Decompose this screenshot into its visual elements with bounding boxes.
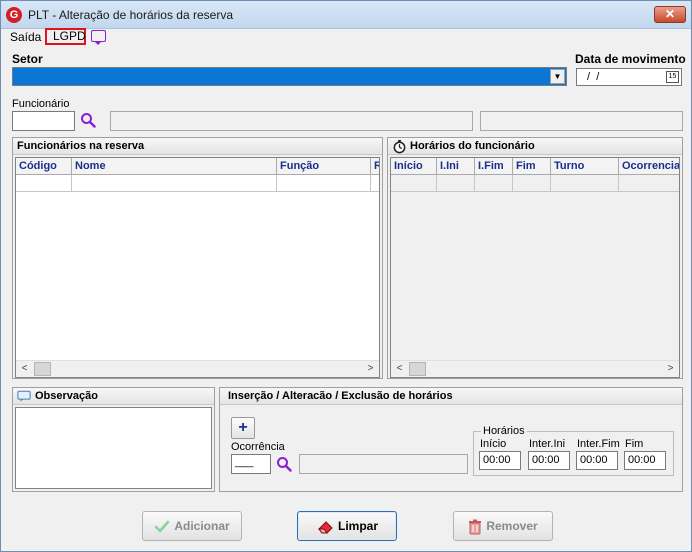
ocorrencia-description-field — [299, 454, 468, 474]
horarios-grid-header: Início I.Ini I.Fim Fim Turno Ocorrencia — [391, 158, 679, 175]
column-header-inicio[interactable]: Início — [391, 158, 437, 175]
calendar-icon[interactable]: 15 — [666, 71, 679, 83]
scroll-left-icon[interactable]: < — [16, 361, 33, 377]
funcionario-extra-field — [480, 111, 683, 131]
funcionario-label: Funcionário — [12, 98, 70, 110]
observacao-panel-title: Observação — [13, 388, 214, 405]
reserva-panel: Funcionários na reserva Código Nome Funç… — [12, 137, 383, 379]
menu-item-lgpd[interactable]: LGPD — [45, 28, 86, 45]
ocorrencia-label: Ocorrência — [231, 441, 285, 453]
reserva-panel-title: Funcionários na reserva — [13, 138, 382, 155]
data-movimento-label: Data de movimento — [575, 52, 686, 66]
table-row[interactable] — [16, 175, 379, 192]
chevron-down-icon[interactable]: ▼ — [550, 69, 565, 84]
column-header-i-ini[interactable]: I.Ini — [437, 158, 475, 175]
column-header-turno[interactable]: Turno — [551, 158, 619, 175]
remover-label: Remover — [486, 519, 538, 533]
inter-fim-input[interactable]: 00:00 — [576, 451, 618, 470]
horarios-horizontal-scrollbar[interactable]: < > — [391, 360, 679, 377]
eraser-icon — [317, 521, 333, 534]
column-header-funcao[interactable]: Função — [277, 158, 371, 175]
data-movimento-value: / / — [584, 71, 600, 83]
close-button[interactable]: ✕ — [654, 6, 686, 23]
table-row[interactable] — [391, 175, 679, 192]
trash-icon — [469, 519, 482, 535]
horarios-panel: Horários do funcionário Início I.Ini I.F… — [387, 137, 683, 379]
fim-label: Fim — [625, 438, 644, 450]
scroll-right-icon[interactable]: > — [362, 361, 379, 377]
setor-label: Setor — [12, 52, 43, 66]
title-bar: G PLT - Alteração de horários da reserva… — [1, 1, 691, 29]
scroll-thumb[interactable] — [409, 362, 426, 376]
scroll-left-icon[interactable]: < — [391, 361, 408, 377]
checkmark-icon — [155, 520, 170, 533]
inter-fim-label: Inter.Fim — [577, 438, 620, 450]
funcionario-code-input[interactable] — [12, 111, 75, 131]
search-icon[interactable] — [276, 456, 292, 472]
scroll-right-icon[interactable]: > — [662, 361, 679, 377]
scroll-thumb[interactable] — [34, 362, 51, 376]
remover-button[interactable]: Remover — [453, 511, 553, 541]
adicionar-button[interactable]: Adicionar — [142, 511, 242, 541]
data-movimento-input[interactable]: / / 15 — [576, 68, 682, 86]
fim-input[interactable]: 00:00 — [624, 451, 666, 470]
horarios-group-legend: Horários — [481, 425, 527, 437]
inter-ini-label: Inter.Ini — [529, 438, 566, 450]
setor-select[interactable]: ▼ — [12, 67, 567, 86]
insercao-panel-title: Inserção / Alteracão / Exclusão de horár… — [220, 388, 682, 405]
observacao-textarea[interactable] — [15, 407, 212, 489]
main-window: G PLT - Alteração de horários da reserva… — [0, 0, 692, 552]
adicionar-label: Adicionar — [174, 519, 230, 533]
limpar-button[interactable]: Limpar — [297, 511, 397, 541]
column-header-nome[interactable]: Nome — [72, 158, 277, 175]
reserva-horizontal-scrollbar[interactable]: < > — [16, 360, 379, 377]
reserva-grid[interactable]: Código Nome Função R < > — [15, 157, 380, 378]
ocorrencia-input[interactable]: ___ — [231, 454, 271, 474]
menu-item-saida[interactable]: Saída — [10, 30, 41, 44]
inicio-input[interactable]: 00:00 — [479, 451, 521, 470]
inter-ini-input[interactable]: 00:00 — [528, 451, 570, 470]
column-header-ocorrencia[interactable]: Ocorrencia — [619, 158, 679, 175]
column-header-i-fim[interactable]: I.Fim — [475, 158, 513, 175]
search-icon[interactable] — [80, 112, 96, 128]
column-header-fim[interactable]: Fim — [513, 158, 551, 175]
funcionario-name-field — [110, 111, 473, 131]
comment-icon — [17, 390, 31, 402]
column-header-codigo[interactable]: Código — [16, 158, 72, 175]
menu-bar: Saída LGPD — [1, 28, 691, 46]
horarios-grid[interactable]: Início I.Ini I.Fim Fim Turno Ocorrencia … — [390, 157, 680, 378]
chat-icon[interactable] — [91, 30, 106, 45]
window-title: PLT - Alteração de horários da reserva — [28, 8, 233, 22]
stopwatch-icon — [393, 139, 406, 154]
app-logo-icon: G — [6, 7, 22, 23]
reserva-grid-header: Código Nome Função R — [16, 158, 379, 175]
observacao-panel: Observação — [12, 387, 215, 492]
horarios-panel-title: Horários do funcionário — [388, 138, 682, 155]
limpar-label: Limpar — [337, 519, 378, 533]
column-header-r[interactable]: R — [371, 158, 379, 175]
add-ocorrencia-button[interactable]: + — [231, 417, 255, 439]
inicio-label: Início — [480, 438, 507, 450]
